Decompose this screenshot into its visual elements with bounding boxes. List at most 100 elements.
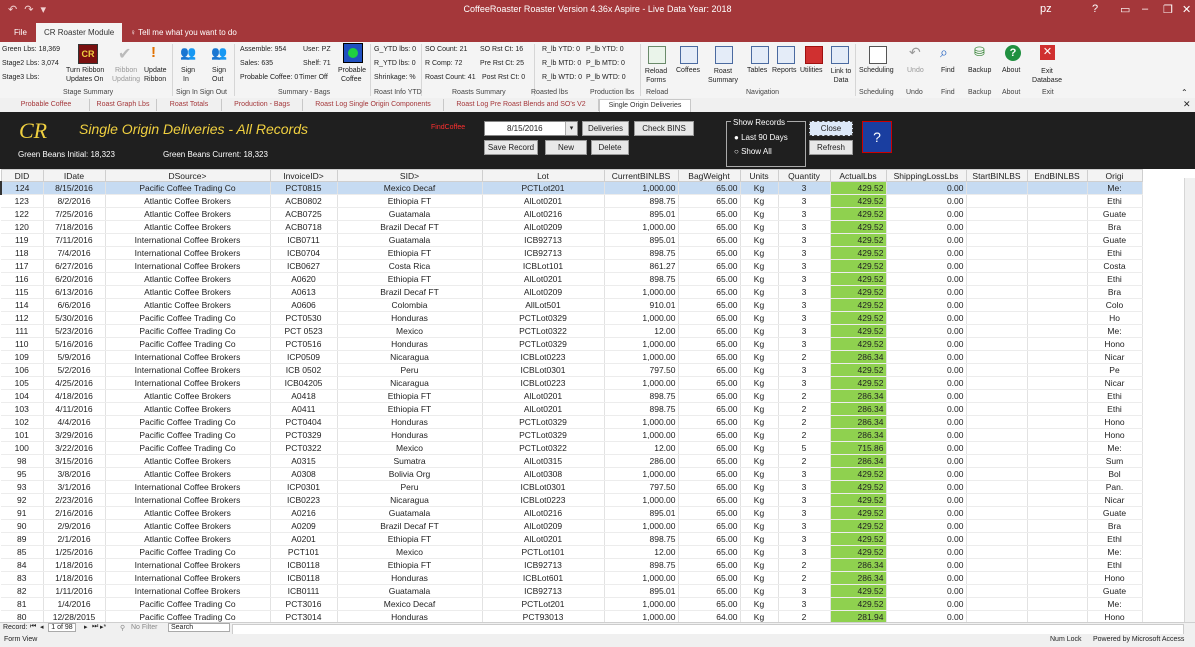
table-cell[interactable]: ICB92713 (482, 558, 605, 572)
table-cell[interactable] (966, 259, 1028, 273)
table-cell[interactable]: 114 (1, 298, 44, 312)
find-icon[interactable]: ⌕ (940, 44, 956, 60)
close-button[interactable]: Close (809, 121, 853, 136)
first-record-icon[interactable]: ⏮ (30, 623, 36, 631)
table-cell[interactable]: Atlantic Coffee Brokers (105, 454, 271, 468)
table-cell[interactable] (1027, 207, 1088, 221)
table-cell[interactable]: Kg (740, 441, 779, 455)
table-cell[interactable] (1027, 246, 1088, 260)
chevron-down-icon[interactable]: ▾ (565, 122, 577, 135)
utilities-button[interactable]: Utilities (800, 67, 823, 74)
table-cell[interactable]: PCT101 (270, 545, 338, 559)
table-row[interactable]: 110 5/16/2016 Pacific Coffee Trading Co PCT… (1, 337, 1143, 351)
table-cell[interactable]: 89 (1, 532, 44, 546)
table-cell[interactable]: Kg (740, 428, 779, 442)
table-cell[interactable]: 1,000.00 (604, 376, 679, 390)
table-cell[interactable]: International Coffee Brokers (105, 233, 271, 247)
table-cell[interactable]: 109 (1, 350, 44, 364)
table-cell[interactable]: ICB0704 (270, 246, 338, 260)
table-cell[interactable]: Kg (740, 545, 779, 559)
table-cell[interactable] (966, 285, 1028, 299)
table-cell[interactable]: Pacific Coffee Trading Co (105, 597, 271, 611)
table-cell[interactable]: 1,000.00 (604, 350, 679, 364)
table-cell[interactable]: Ho (1087, 311, 1143, 325)
table-cell[interactable]: Honduras (337, 311, 483, 325)
table-cell[interactable]: Kg (740, 298, 779, 312)
table-cell[interactable]: Bol (1087, 467, 1143, 481)
table-cell[interactable]: 0.00 (886, 519, 967, 533)
utilities-icon[interactable] (805, 46, 823, 64)
table-cell[interactable]: 0.00 (886, 298, 967, 312)
table-cell[interactable]: Kg (740, 337, 779, 351)
new-record-icon[interactable]: ▸* (100, 623, 106, 631)
table-cell[interactable]: International Coffee Brokers (105, 571, 271, 585)
table-row[interactable]: 118 7/4/2016 International Coffee Brokers I… (1, 246, 1143, 260)
table-cell[interactable]: 65.00 (678, 480, 741, 494)
column-header[interactable]: Origi (1086, 169, 1143, 182)
table-cell[interactable]: 6/6/2016 (43, 298, 106, 312)
table-cell[interactable]: Atlantic Coffee Brokers (105, 532, 271, 546)
table-cell[interactable]: Atlantic Coffee Brokers (105, 298, 271, 312)
table-cell[interactable] (966, 532, 1028, 546)
table-cell[interactable]: 5/23/2016 (43, 324, 106, 338)
table-cell[interactable]: 898.75 (604, 389, 679, 403)
table-cell[interactable]: 65.00 (678, 194, 741, 208)
table-cell[interactable]: 8/2/2016 (43, 194, 106, 208)
table-cell[interactable] (966, 272, 1028, 286)
table-cell[interactable]: 120 (1, 220, 44, 234)
table-cell[interactable]: Hono (1087, 337, 1143, 351)
table-cell[interactable]: 429.52 (830, 246, 887, 260)
table-cell[interactable]: ICBLot0301 (482, 480, 605, 494)
table-cell[interactable]: 65.00 (678, 558, 741, 572)
table-cell[interactable]: 861.27 (604, 259, 679, 273)
scheduling-button[interactable]: Scheduling (859, 67, 894, 74)
table-cell[interactable]: 65.00 (678, 402, 741, 416)
table-row[interactable]: 104 4/18/2016 Atlantic Coffee Brokers A0418… (1, 389, 1143, 403)
table-cell[interactable]: 910.01 (604, 298, 679, 312)
table-cell[interactable] (1027, 389, 1088, 403)
table-cell[interactable]: A0620 (270, 272, 338, 286)
column-header[interactable]: DID (0, 169, 44, 182)
table-cell[interactable]: 106 (1, 363, 44, 377)
table-cell[interactable]: 0.00 (886, 194, 967, 208)
table-cell[interactable]: 0.00 (886, 402, 967, 416)
table-cell[interactable]: 84 (1, 558, 44, 572)
table-cell[interactable]: 6/13/2016 (43, 285, 106, 299)
table-cell[interactable]: 6/27/2016 (43, 259, 106, 273)
tab-roast-log-pre-roast[interactable]: Roast Log Pre Roast Blends and SO's V2 (444, 99, 599, 111)
table-row[interactable]: 109 5/9/2016 International Coffee Brokers I… (1, 350, 1143, 364)
table-cell[interactable]: 0.00 (886, 259, 967, 273)
table-cell[interactable]: 0.00 (886, 415, 967, 429)
table-cell[interactable]: 119 (1, 233, 44, 247)
table-cell[interactable] (1027, 311, 1088, 325)
coffee-label[interactable]: Coffee (341, 76, 362, 83)
table-cell[interactable]: PCT0404 (270, 415, 338, 429)
tables-icon[interactable] (751, 46, 769, 64)
table-cell[interactable]: Atlantic Coffee Brokers (105, 272, 271, 286)
table-cell[interactable]: Costa Rica (337, 259, 483, 273)
table-cell[interactable] (966, 428, 1028, 442)
table-cell[interactable]: Guate (1087, 207, 1143, 221)
table-cell[interactable]: ICB0118 (270, 558, 338, 572)
table-cell[interactable] (966, 376, 1028, 390)
table-cell[interactable]: 429.52 (830, 259, 887, 273)
reload-forms-button[interactable]: Reload Forms (644, 67, 668, 85)
table-cell[interactable]: ICBLot601 (482, 571, 605, 585)
table-cell[interactable] (1027, 220, 1088, 234)
restore-icon[interactable]: ❐ (1163, 3, 1173, 16)
table-cell[interactable]: Me: (1087, 597, 1143, 611)
table-cell[interactable]: 1,000.00 (604, 285, 679, 299)
search-box[interactable]: Search (168, 623, 230, 632)
table-row[interactable]: 124 8/15/2016 Pacific Coffee Trading Co PCT… (0, 181, 1143, 195)
table-cell[interactable]: 3 (778, 337, 831, 351)
table-cell[interactable]: 65.00 (678, 467, 741, 481)
table-cell[interactable]: 65.00 (678, 350, 741, 364)
table-cell[interactable] (1027, 272, 1088, 286)
table-cell[interactable]: 0.00 (886, 233, 967, 247)
close-window-icon[interactable]: ✕ (1182, 3, 1191, 16)
table-cell[interactable]: PCTLot201 (482, 181, 605, 195)
table-cell[interactable]: 0.00 (886, 181, 967, 195)
table-cell[interactable] (1027, 441, 1088, 455)
table-cell[interactable]: Nicaragua (337, 350, 483, 364)
roast-summary-button[interactable]: Roast Summary (702, 67, 744, 85)
